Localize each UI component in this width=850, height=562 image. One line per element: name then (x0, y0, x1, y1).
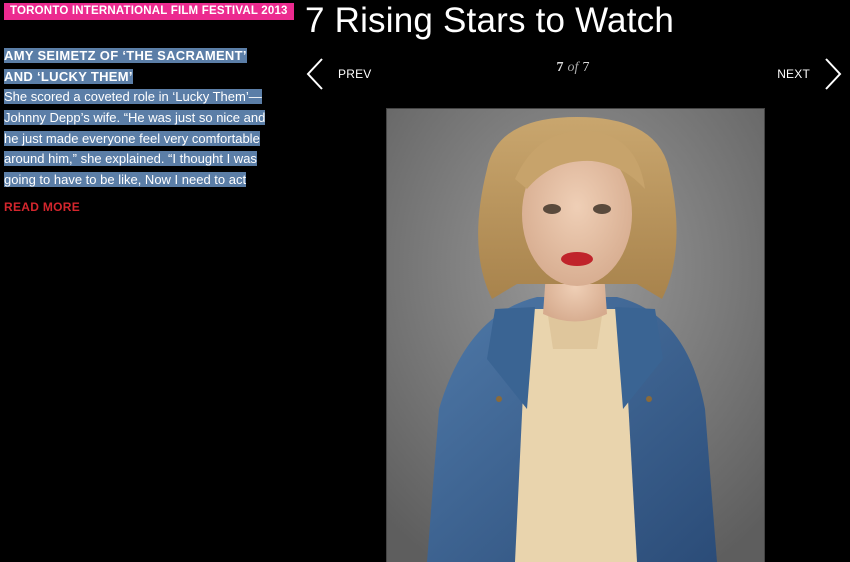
body-line: Johnny Depp’s wife. “He was just so nice… (4, 109, 266, 125)
read-more-link[interactable]: READ MORE (4, 200, 80, 214)
page-title: 7 Rising Stars to Watch (305, 1, 674, 40)
slide-counter: 7 of 7 (535, 60, 611, 76)
chevron-right-icon (825, 58, 842, 90)
portrait-photo (387, 109, 764, 562)
headline-line: AMY SEIMETZ OF ‘THE SACRAMENT’ (4, 48, 247, 63)
body-line: he just made everyone feel very comforta… (4, 130, 260, 146)
body-line: around him,” she explained. “I thought I… (4, 151, 257, 167)
body-line: She scored a coveted role in ‘Lucky Them… (4, 89, 262, 104)
festival-tag[interactable]: TORONTO INTERNATIONAL FILM FESTIVAL 2013 (4, 3, 294, 20)
next-button[interactable]: NEXT (777, 58, 842, 90)
prev-button[interactable]: PREV (306, 58, 371, 90)
prev-label: PREV (338, 67, 372, 81)
chevron-left-icon (306, 58, 323, 90)
body-line: going to have to be like, Now I need to … (4, 172, 247, 188)
article-headline[interactable]: AMY SEIMETZ OF ‘THE SACRAMENT’ AND ‘LUCK… (4, 46, 287, 87)
next-label: NEXT (777, 67, 810, 81)
article-excerpt: AMY SEIMETZ OF ‘THE SACRAMENT’ AND ‘LUCK… (4, 46, 287, 191)
counter-of: of (567, 60, 579, 75)
headline-line: AND ‘LUCKY THEM’ (4, 68, 133, 84)
current-slide: 7 (556, 60, 564, 75)
total-slides: 7 (582, 60, 590, 75)
article-body: She scored a coveted role in ‘Lucky Them… (4, 87, 284, 191)
gallery-photo (386, 108, 765, 562)
